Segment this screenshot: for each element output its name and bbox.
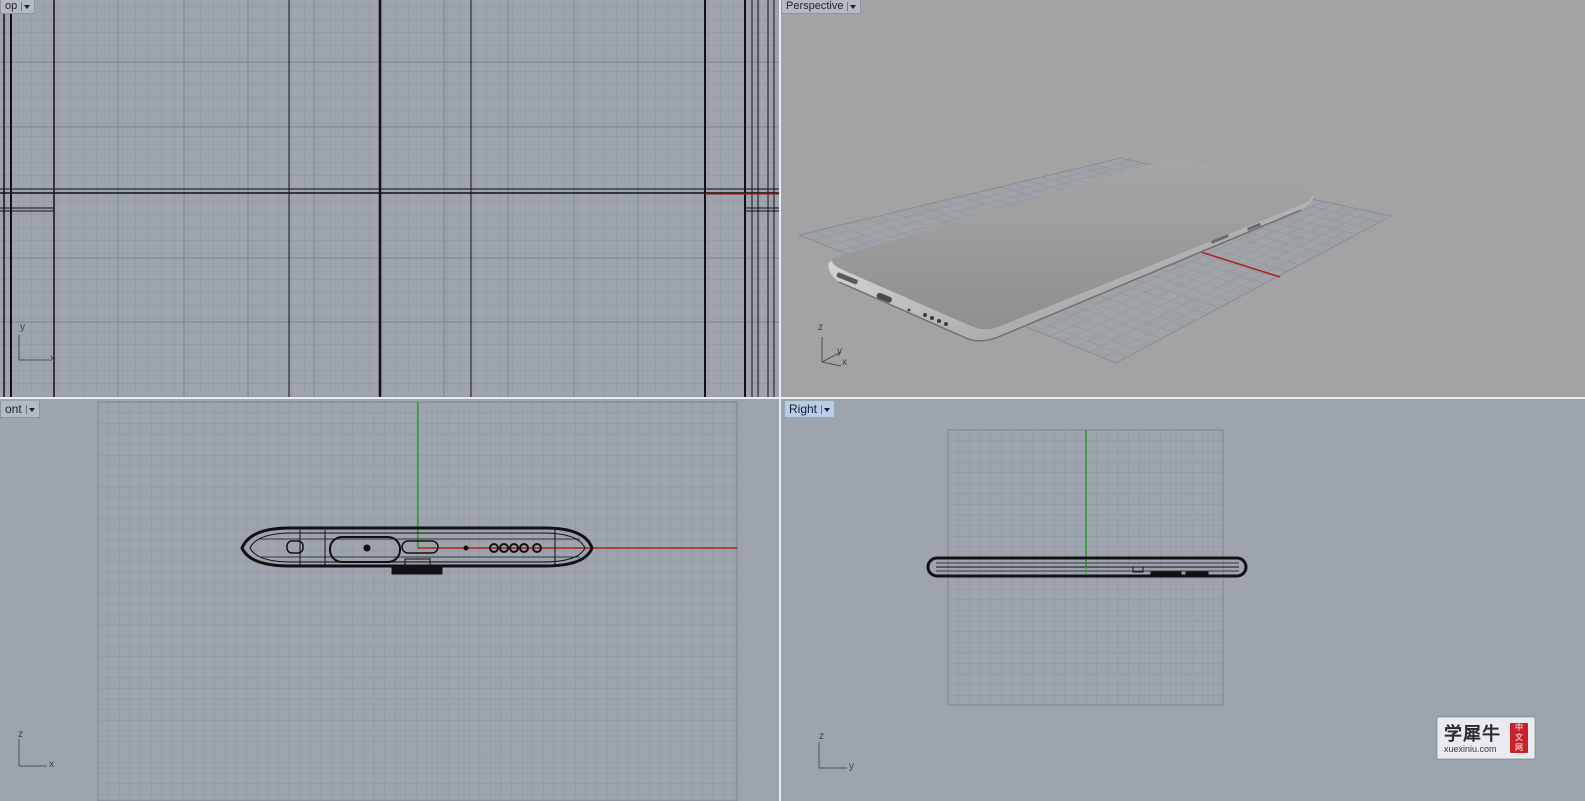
viewport-tab-perspective[interactable]: Perspective [781,0,862,14]
axis-label-y: y [849,761,854,772]
watermark-chinese-text: 学犀牛 [1444,724,1501,744]
axis-label-x: x [49,759,54,770]
axis-label-z: z [818,322,823,333]
axis-gizmo-icon [818,742,847,769]
axis-label-z: z [819,731,824,742]
viewport-label: ont [5,402,22,416]
front-view-canvas [18,401,738,801]
top-view-canvas [0,0,779,397]
axis-label-z: z [18,729,23,740]
viewport-label: op [5,0,18,12]
chevron-down-icon[interactable] [847,2,857,11]
seal-char: 文 [1515,733,1523,742]
viewport-perspective[interactable]: Perspective z y x [781,0,1585,397]
watermark-url: xuexiniu.com [1444,744,1497,754]
viewport-front[interactable]: ont z x [0,399,779,801]
chevron-down-icon[interactable] [21,2,31,11]
axis-label-y: y [20,322,25,333]
perspective-view-canvas [797,157,1393,367]
viewport-top[interactable]: op y x [0,0,779,397]
viewport-tab-front[interactable]: ont [0,401,40,418]
viewport-label: Right [789,402,818,416]
viewport-label: Perspective [786,0,844,12]
axis-label-y: y [837,346,842,357]
seal-char: 网 [1515,743,1523,752]
seal-char: 中 [1515,723,1523,732]
viewport-tab-right[interactable]: Right [785,401,835,417]
viewport-divider-horizontal[interactable] [0,397,1585,399]
watermark-logo: 学犀牛 xuexiniu.com 中 文 网 [1437,717,1535,759]
watermark-seal: 中 文 网 [1510,723,1528,753]
axis-label-x: x [50,353,55,364]
axis-label-x: x [842,357,847,368]
viewport-divider-vertical[interactable] [779,0,781,801]
viewport-tab-top[interactable]: op [0,0,36,14]
chevron-down-icon[interactable] [821,404,831,414]
axis-gizmo-icon [18,739,47,767]
chevron-down-icon[interactable] [25,404,36,414]
